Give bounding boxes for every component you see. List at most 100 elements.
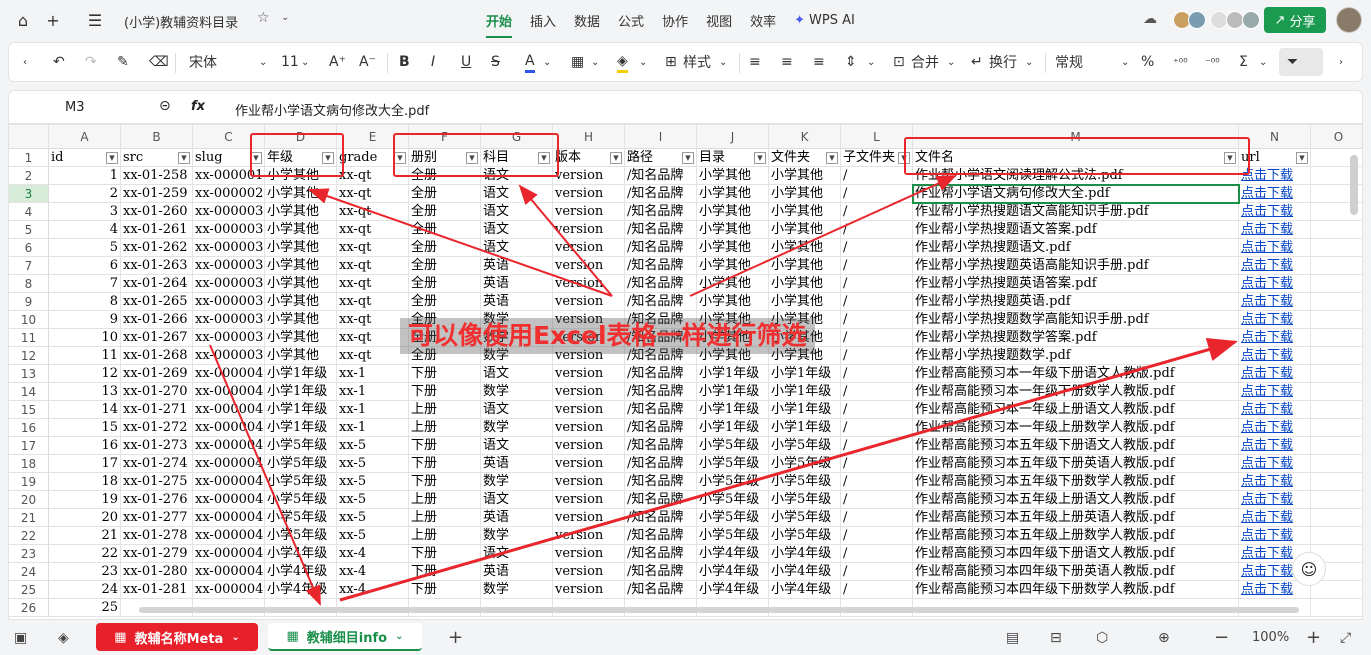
table-cell[interactable]: xx-4 [337, 545, 409, 563]
table-cell[interactable]: version [553, 293, 625, 311]
table-cell[interactable]: xx-01-281 [121, 581, 193, 599]
table-cell[interactable]: 小学其他 [769, 293, 841, 311]
table-cell[interactable]: version [553, 545, 625, 563]
table-cell[interactable]: xx-000003 [193, 329, 265, 347]
menu-view[interactable]: 视图 [706, 11, 732, 30]
row-header[interactable]: 22 [9, 527, 49, 545]
table-cell[interactable]: version [553, 203, 625, 221]
table-cell[interactable]: / [841, 311, 913, 329]
download-link[interactable]: 点击下载 [1239, 509, 1311, 527]
table-cell[interactable]: xx-01-266 [121, 311, 193, 329]
table-cell[interactable]: version [553, 329, 625, 347]
table-cell[interactable]: / [841, 545, 913, 563]
merge-button[interactable]: 合并 [911, 43, 939, 81]
row-header[interactable]: 17 [9, 437, 49, 455]
row-header[interactable]: 10 [9, 311, 49, 329]
table-cell[interactable]: /知名品牌 [625, 347, 697, 365]
table-cell[interactable]: 小学1年级 [697, 383, 769, 401]
column-header[interactable]: K [769, 125, 841, 149]
table-cell[interactable]: 英语 [481, 293, 553, 311]
table-cell[interactable]: xx-000004 [193, 365, 265, 383]
fullscreen-icon[interactable]: ⤢ [1340, 620, 1351, 655]
table-cell[interactable]: version [553, 437, 625, 455]
table-cell[interactable]: 小学其他 [265, 221, 337, 239]
table-cell[interactable]: 5 [49, 239, 121, 257]
table-cell[interactable]: /知名品牌 [625, 581, 697, 599]
table-cell[interactable] [1311, 293, 1362, 311]
table-cell[interactable]: 全册 [409, 329, 481, 347]
formula-input[interactable]: 作业帮小学语文病句修改大全.pdf [235, 100, 429, 119]
download-link[interactable]: 点击下载 [1239, 167, 1311, 185]
header-cell[interactable]: 文件名 [913, 149, 1239, 167]
table-cell[interactable]: / [841, 365, 913, 383]
table-cell[interactable]: 小学5年级 [265, 473, 337, 491]
table-cell[interactable]: 小学其他 [697, 347, 769, 365]
table-cell[interactable]: version [553, 383, 625, 401]
table-cell[interactable]: 1 [49, 167, 121, 185]
strikethrough-icon[interactable]: S [491, 43, 500, 81]
table-cell[interactable]: 下册 [409, 563, 481, 581]
table-cell[interactable]: 小学5年级 [697, 509, 769, 527]
table-cell[interactable] [1311, 419, 1362, 437]
table-cell[interactable]: xx-000004 [193, 473, 265, 491]
table-cell[interactable]: 小学4年级 [265, 581, 337, 599]
table-cell[interactable]: 作业帮高能预习本一年级下册数学人教版.pdf [913, 383, 1239, 401]
chart-icon[interactable]: ⬡ [1096, 620, 1108, 655]
vertical-align-icon[interactable]: ⇕ [845, 43, 857, 81]
table-cell[interactable]: xx-5 [337, 509, 409, 527]
table-cell[interactable]: / [841, 239, 913, 257]
table-cell[interactable]: xx-000004 [193, 401, 265, 419]
table-cell[interactable]: xx-qt [337, 275, 409, 293]
row-header[interactable]: 12 [9, 347, 49, 365]
table-cell[interactable]: xx-000004 [193, 527, 265, 545]
table-cell[interactable]: 小学5年级 [265, 527, 337, 545]
table-cell[interactable]: 小学1年级 [697, 401, 769, 419]
table-cell[interactable]: 数学 [481, 329, 553, 347]
table-cell[interactable]: 小学5年级 [265, 455, 337, 473]
table-cell[interactable]: / [841, 257, 913, 275]
style-icon[interactable]: ⊞ [665, 43, 677, 81]
table-cell[interactable] [1311, 473, 1362, 491]
table-cell[interactable]: 作业帮高能预习本四年级下册数学人教版.pdf [913, 581, 1239, 599]
table-cell[interactable]: xx-qt [337, 293, 409, 311]
table-cell[interactable]: version [553, 455, 625, 473]
row-header[interactable]: 1 [9, 149, 49, 167]
table-cell[interactable] [1311, 347, 1362, 365]
download-link[interactable]: 点击下载 [1239, 221, 1311, 239]
table-cell[interactable]: 小学4年级 [769, 581, 841, 599]
table-cell[interactable]: xx-01-262 [121, 239, 193, 257]
table-cell[interactable]: 作业帮高能预习本五年级下册语文人教版.pdf [913, 437, 1239, 455]
table-cell[interactable]: xx-000003 [193, 275, 265, 293]
table-cell[interactable]: 小学5年级 [769, 527, 841, 545]
table-cell[interactable]: 数学 [481, 347, 553, 365]
table-cell[interactable] [1311, 581, 1362, 599]
table-cell[interactable]: xx-000004 [193, 545, 265, 563]
table-cell[interactable]: 小学其他 [769, 347, 841, 365]
column-header[interactable]: L [841, 125, 913, 149]
table-cell[interactable]: 全册 [409, 203, 481, 221]
table-cell[interactable]: xx-01-268 [121, 347, 193, 365]
table-cell[interactable]: 下册 [409, 437, 481, 455]
table-cell[interactable]: 6 [49, 257, 121, 275]
zoom-in-icon[interactable]: + [1306, 620, 1321, 655]
table-cell[interactable]: xx-000004 [193, 491, 265, 509]
table-cell[interactable]: version [553, 491, 625, 509]
table-cell[interactable]: 作业帮小学热搜题数学.pdf [913, 347, 1239, 365]
table-cell[interactable]: xx-01-275 [121, 473, 193, 491]
row-header[interactable]: 18 [9, 455, 49, 473]
table-cell[interactable] [1311, 509, 1362, 527]
table-cell[interactable]: 小学其他 [265, 347, 337, 365]
align-right-icon[interactable]: ≡ [813, 43, 825, 81]
table-cell[interactable]: / [841, 437, 913, 455]
table-cell[interactable]: /知名品牌 [625, 275, 697, 293]
table-cell[interactable]: 小学1年级 [265, 365, 337, 383]
table-cell[interactable]: 作业帮高能预习本五年级上册数学人教版.pdf [913, 527, 1239, 545]
table-cell[interactable]: 作业帮高能预习本一年级上册语文人教版.pdf [913, 401, 1239, 419]
table-cell[interactable]: xx-01-265 [121, 293, 193, 311]
download-link[interactable]: 点击下载 [1239, 491, 1311, 509]
menu-start[interactable]: 开始 [486, 11, 513, 38]
menu-efficiency[interactable]: 效率 [750, 11, 776, 30]
table-cell[interactable]: /知名品牌 [625, 239, 697, 257]
table-cell[interactable]: 全册 [409, 167, 481, 185]
table-cell[interactable] [1311, 383, 1362, 401]
